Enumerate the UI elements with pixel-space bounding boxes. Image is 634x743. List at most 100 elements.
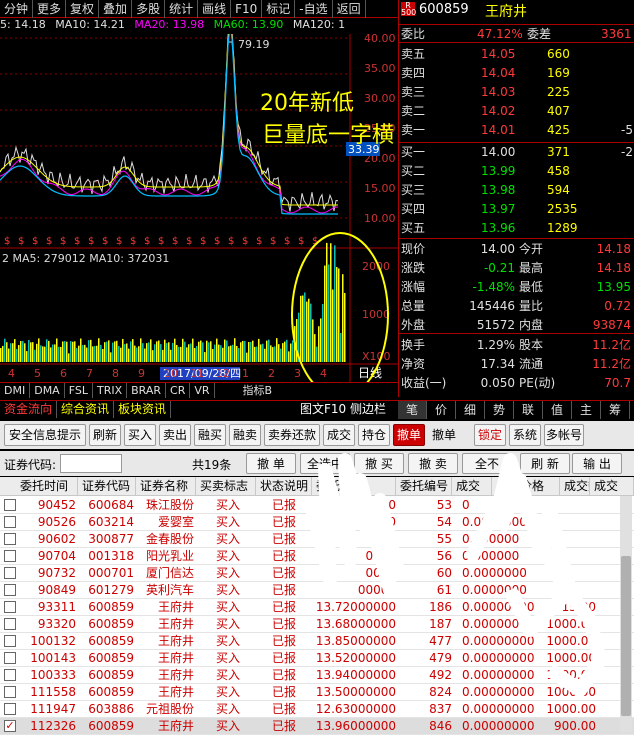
dollar-marker: $ — [116, 236, 122, 247]
row-checkbox[interactable] — [4, 686, 16, 698]
topbar-item-10[interactable]: 返回 — [333, 0, 366, 18]
level-price: 14.03 — [481, 85, 516, 99]
quote-tab-3[interactable]: 势 — [485, 401, 514, 419]
topbar-item-3[interactable]: 叠加 — [99, 0, 133, 18]
column-header-1[interactable]: 证券代码 — [78, 477, 136, 496]
volume-bar — [32, 342, 34, 362]
dollar-marker: $ — [32, 236, 38, 247]
row-checkbox[interactable] — [4, 635, 16, 647]
dollar-marker: $ — [242, 236, 248, 247]
weicha-label: 委差 — [527, 27, 552, 41]
volume-bar — [286, 339, 288, 362]
quote-tab-7[interactable]: 筹 — [601, 401, 630, 419]
security-name: 王府井 — [157, 634, 194, 648]
row-checkbox[interactable] — [4, 703, 16, 715]
row-checkbox[interactable] — [4, 533, 16, 545]
trade-flag: 买入 — [215, 702, 240, 716]
f10-tab[interactable]: 图文F10 侧边栏 — [300, 401, 386, 418]
code-input[interactable] — [60, 454, 122, 473]
quote-tab-4[interactable]: 联 — [514, 401, 543, 419]
ma10-label: MA10: 14.21 — [55, 18, 125, 31]
order-time: 93311 — [37, 600, 76, 614]
order-time: 100143 — [30, 651, 76, 665]
toolbar-button-5[interactable]: 融卖 — [229, 424, 261, 446]
column-header-3[interactable]: 买卖标志 — [196, 477, 256, 496]
toolbar-button-2[interactable]: 买入 — [124, 424, 156, 446]
volume-bar — [52, 344, 54, 362]
volume-tick: X100 — [362, 350, 391, 363]
topbar-item-0[interactable]: 分钟 — [0, 0, 34, 18]
topbar-item-8[interactable]: 标记 — [262, 0, 296, 18]
toolbar-button-4[interactable]: 融买 — [194, 424, 226, 446]
row-checkbox[interactable] — [4, 550, 16, 562]
quote-panel: R 500 600859 王府井 委比 47.12% 委差 3361 卖五 14.… — [398, 0, 634, 397]
quote-tab-6[interactable]: 主 — [572, 401, 601, 419]
dollar-marker: $ — [4, 236, 10, 247]
stat-row: 现价 14.00 今开 14.18 — [399, 240, 634, 259]
bottom-tab-2[interactable]: 板块资讯 — [114, 401, 172, 418]
topbar-item-5[interactable]: 统计 — [165, 0, 199, 18]
indicator-tab-dmi[interactable]: DMI — [0, 383, 31, 398]
volume-bar — [130, 341, 132, 362]
date-num: 9 — [138, 367, 145, 380]
indicator-tab-brar[interactable]: BRAR — [127, 383, 167, 398]
quote-tab-2[interactable]: 细 — [456, 401, 485, 419]
toolbar-button-0[interactable]: 安全信息提示 — [4, 424, 86, 446]
volume-bar — [158, 340, 160, 362]
topbar-item-6[interactable]: 画线 — [198, 0, 232, 18]
kline-chart[interactable]: 40.0035.0030.0025.0020.0015.0010.00 33.3… — [0, 34, 398, 398]
security-name: 王府井 — [157, 668, 194, 682]
row-checkbox[interactable] — [4, 567, 16, 579]
quote-tab-0[interactable]: 笔 — [398, 401, 427, 419]
volume-bar — [304, 292, 306, 362]
bottom-tab-1[interactable]: 综合资讯 — [57, 401, 115, 418]
topbar-item-4[interactable]: 多股 — [132, 0, 166, 18]
topbar-item-9[interactable]: -自选 — [295, 0, 333, 18]
stat-label: 最高 — [519, 261, 544, 275]
code-label: 证券代码: — [4, 458, 57, 472]
bottom-tab-0[interactable]: 资金流向 — [0, 401, 58, 418]
row-checkbox[interactable] — [4, 652, 16, 664]
order-time: 90704 — [37, 549, 76, 563]
volume-bar — [160, 344, 162, 362]
stat-value: 1.29% — [476, 338, 515, 352]
security-code: 603886 — [88, 702, 134, 716]
indicator-tabs: DMI DMA FSL TRIX BRAR CR VR 指标B — [0, 382, 398, 398]
level-price: 14.00 — [481, 145, 516, 159]
indicator-b-tab[interactable]: 指标B — [239, 383, 277, 398]
column-header-0[interactable]: 委托时间 — [0, 477, 78, 496]
volume-bar — [4, 338, 6, 362]
quote-tab-5[interactable]: 值 — [543, 401, 572, 419]
topbar-item-2[interactable]: 复权 — [66, 0, 100, 18]
indicator-tab-cr[interactable]: CR — [166, 383, 191, 398]
filter-button-0[interactable]: 撤 单 — [246, 453, 296, 474]
volume-bar — [276, 338, 278, 362]
row-checkbox[interactable] — [4, 669, 16, 681]
topbar-item-1[interactable]: 更多 — [33, 0, 67, 18]
indicator-tab-fsl[interactable]: FSL — [65, 383, 93, 398]
topbar-item-7[interactable]: F10 — [231, 0, 263, 18]
column-header-2[interactable]: 证券名称 — [136, 477, 196, 496]
toolbar-button-1[interactable]: 刷新 — [89, 424, 121, 446]
row-checkbox[interactable]: ✓ — [4, 720, 16, 732]
indicator-tab-vr[interactable]: VR — [190, 383, 215, 398]
row-checkbox[interactable] — [4, 601, 16, 613]
toolbar-button-3[interactable]: 卖出 — [159, 424, 191, 446]
volume-bar — [338, 268, 340, 362]
dollar-marker: $ — [102, 236, 108, 247]
volume-bar — [302, 295, 304, 362]
row-checkbox[interactable] — [4, 584, 16, 596]
row-checkbox[interactable] — [4, 618, 16, 630]
row-checkbox[interactable] — [4, 499, 16, 511]
volume-bar — [112, 342, 114, 362]
volume-bar — [54, 344, 56, 362]
stat-value: 70.7 — [604, 376, 631, 390]
level-volume: 169 — [547, 66, 570, 80]
volume-bar — [88, 340, 90, 362]
row-checkbox[interactable] — [4, 516, 16, 528]
indicator-tab-trix[interactable]: TRIX — [93, 383, 128, 398]
quote-row: 卖五 14.05 660 — [399, 45, 634, 64]
quote-tab-1[interactable]: 价 — [427, 401, 456, 419]
indicator-tab-dma[interactable]: DMA — [30, 383, 65, 398]
dollar-marker: $ — [298, 236, 304, 247]
